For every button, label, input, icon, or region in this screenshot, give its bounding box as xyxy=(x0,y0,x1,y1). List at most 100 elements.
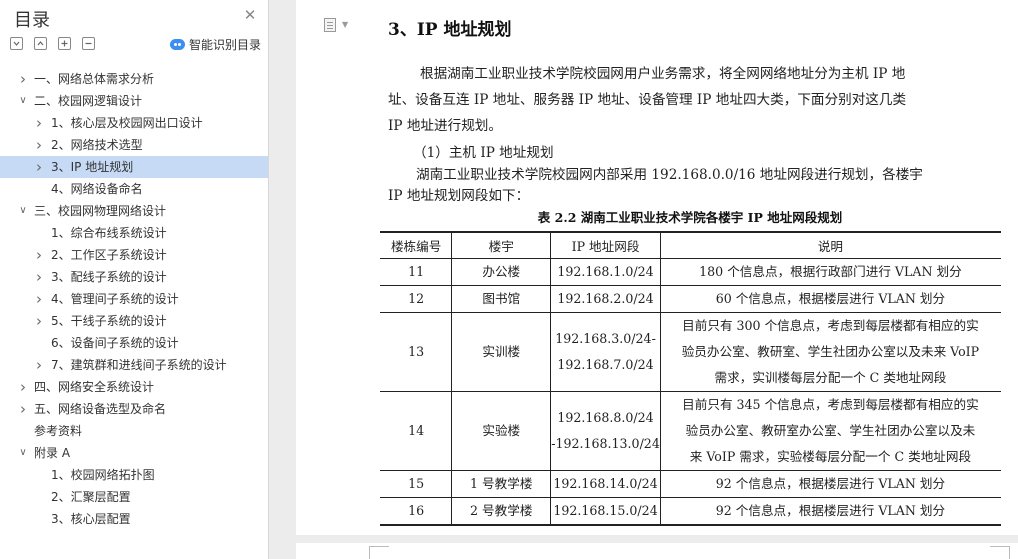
remove-heading-icon[interactable] xyxy=(82,37,95,50)
toc-item-label: 三、校园网物理网络设计 xyxy=(34,204,167,218)
table-row: 16 2 号教学楼 192.168.15.0/24 92 个信息点，根据楼层进行 VL… xyxy=(379,496,1002,525)
toc-item[interactable]: 1、校园网络拓扑图 xyxy=(0,464,268,486)
toc-item[interactable]: › 3、IP 地址规划 xyxy=(0,156,268,178)
column-header: 楼栋编号 xyxy=(379,231,453,259)
chevron-right-icon[interactable]: › xyxy=(34,134,44,156)
chevron-right-icon[interactable]: › xyxy=(34,156,44,178)
description-line: 92 个信息点，根据楼层进行 VLAN 划分 xyxy=(715,502,946,518)
toc-item[interactable]: 6、设备间子系统的设计 xyxy=(0,332,268,354)
toc-item-label: 2、汇聚层配置 xyxy=(51,490,131,504)
building-name-cell: 实验楼 xyxy=(451,390,552,471)
ip-range-line: 192.168.1.0/24 xyxy=(557,263,654,279)
ip-range-line: 192.168.3.0/24- xyxy=(555,330,656,346)
toc-item[interactable]: 1、综合布线系统设计 xyxy=(0,222,268,244)
toc-list: › 一、网络总体需求分析 ∨ 二、校园网逻辑设计 › 1、核心层及校园网出口设计 › 2、网络… xyxy=(0,68,268,530)
chevron-right-icon[interactable]: › xyxy=(34,112,44,134)
chevron-right-icon[interactable]: › xyxy=(18,398,28,420)
paragraph-line: 址、设备互连 IP 地址、服务器 IP 地址、设备管理 IP 地址四大类，下面分… xyxy=(388,92,907,108)
ip-range-line: 192.168.7.0/24 xyxy=(557,356,654,372)
toc-item-label: 3、核心层配置 xyxy=(51,512,131,526)
toc-sidebar: 目录 ✕ 智能识别目录 › 一、网络总体需求分析 ∨ 二、校园网逻辑设计 › 1、核心层及… xyxy=(0,0,268,559)
chevron-right-icon[interactable]: › xyxy=(34,288,44,310)
table-caption: 表 2.2 湖南工业职业技术学院各楼宇 IP 地址网段规划 xyxy=(537,210,843,225)
building-name-cell: 办公楼 xyxy=(451,257,552,286)
toc-item[interactable]: › 4、管理间子系统的设计 xyxy=(0,288,268,310)
toc-item-label: 1、综合布线系统设计 xyxy=(51,226,167,240)
chevron-down-icon[interactable]: ∨ xyxy=(18,90,28,112)
column-header: 楼宇 xyxy=(451,231,552,259)
description-cell: 92 个信息点，根据楼层进行 VLAN 划分 xyxy=(659,469,1002,498)
toc-item[interactable]: › 5、干线子系统的设计 xyxy=(0,310,268,332)
collapse-all-icon[interactable] xyxy=(34,37,47,50)
toc-item[interactable]: › 1、核心层及校园网出口设计 xyxy=(0,112,268,134)
chevron-right-icon[interactable]: › xyxy=(34,310,44,332)
description-line: 92 个信息点，根据楼层进行 VLAN 划分 xyxy=(715,475,946,491)
toc-item-label: 6、设备间子系统的设计 xyxy=(51,336,179,350)
toc-item[interactable]: ∨ 二、校园网逻辑设计 xyxy=(0,90,268,112)
table-row: 15 1 号教学楼 192.168.14.0/24 92 个信息点，根据楼层进行 VL… xyxy=(379,469,1002,498)
toc-item[interactable]: › 四、网络安全系统设计 xyxy=(0,376,268,398)
column-header: 说明 xyxy=(659,231,1002,259)
toc-item[interactable]: 3、核心层配置 xyxy=(0,508,268,530)
chevron-right-icon[interactable]: › xyxy=(34,354,44,376)
toc-item[interactable]: › 一、网络总体需求分析 xyxy=(0,68,268,90)
toc-item-label: 五、网络设备选型及命名 xyxy=(34,402,167,416)
expand-all-icon[interactable] xyxy=(10,37,23,50)
description-cell: 目前只有 300 个信息点，考虑到每层楼都有相应的实 验员办公室、教研室、学生社团… xyxy=(659,311,1002,392)
description-cell: 92 个信息点，根据楼层进行 VLAN 划分 xyxy=(659,496,1002,525)
smart-toc-button[interactable]: 智能识别目录 xyxy=(170,36,261,53)
ip-range-line: 192.168.8.0/24 xyxy=(557,409,654,425)
toc-item-label: 5、干线子系统的设计 xyxy=(51,314,167,328)
building-number-cell: 16 xyxy=(379,496,453,525)
toc-item[interactable]: › 2、工作区子系统设计 xyxy=(0,244,268,266)
chevron-right-icon[interactable]: › xyxy=(34,266,44,288)
building-number-cell: 14 xyxy=(379,390,453,471)
ip-range-cell: 192.168.15.0/24 xyxy=(550,496,661,525)
ip-range-cell: 192.168.2.0/24 xyxy=(550,284,661,313)
toc-item[interactable]: 2、汇聚层配置 xyxy=(0,486,268,508)
toc-item[interactable]: ∨ 附录 A xyxy=(0,442,268,464)
ip-range-cell: 192.168.8.0/24 -192.168.13.0/24 xyxy=(550,390,661,471)
column-header: IP 地址网段 xyxy=(550,231,661,259)
toc-item[interactable]: › 3、配线子系统的设计 xyxy=(0,266,268,288)
subheading: （1）主机 IP 地址规划 xyxy=(413,145,554,161)
description-line: 验员办公室、教研室办公室、学生社团办公室以及未 xyxy=(685,422,976,438)
building-name-cell: 实训楼 xyxy=(451,311,552,392)
ip-range-cell: 192.168.1.0/24 xyxy=(550,257,661,286)
toc-item-label: 7、建筑群和进线间子系统的设计 xyxy=(51,358,227,372)
description-line: 目前只有 300 个信息点，考虑到每层楼都有相应的实 xyxy=(682,317,979,333)
building-name-cell: 1 号教学楼 xyxy=(451,469,552,498)
toc-item-label: 1、核心层及校园网出口设计 xyxy=(51,116,203,130)
toc-item[interactable]: › 2、网络技术选型 xyxy=(0,134,268,156)
toc-item-label: 2、工作区子系统设计 xyxy=(51,248,167,262)
building-number-cell: 13 xyxy=(379,311,453,392)
ip-range-line: -192.168.13.0/24 xyxy=(551,435,660,451)
toc-item[interactable]: › 7、建筑群和进线间子系统的设计 xyxy=(0,354,268,376)
description-line: 需求，实训楼每层分配一个 C 类地址网段 xyxy=(714,369,947,385)
paragraph-line: 湖南工业职业技术学院校园网内部采用 192.168.0.0/16 地址网段进行规… xyxy=(416,167,923,183)
toc-item-label: 二、校园网逻辑设计 xyxy=(34,94,143,108)
chevron-down-icon[interactable]: ∨ xyxy=(18,200,28,222)
toc-item[interactable]: 4、网络设备命名 xyxy=(0,178,268,200)
building-number-cell: 12 xyxy=(379,284,453,313)
toc-item[interactable]: 参考资料 xyxy=(0,420,268,442)
chevron-down-icon[interactable]: ∨ xyxy=(18,442,28,464)
chevron-down-icon[interactable]: ▼ xyxy=(342,20,348,29)
chevron-right-icon[interactable]: › xyxy=(18,68,28,90)
toc-item[interactable]: › 五、网络设备选型及命名 xyxy=(0,398,268,420)
toc-item[interactable]: ∨ 三、校园网物理网络设计 xyxy=(0,200,268,222)
toc-item-label: 四、网络安全系统设计 xyxy=(34,380,155,394)
ip-range-line: 192.168.14.0/24 xyxy=(553,475,658,491)
ip-range-line: 192.168.2.0/24 xyxy=(557,290,654,306)
page-corner-mark xyxy=(990,546,1010,559)
table-row: 14 实验楼 192.168.8.0/24 -192.168.13.0/24 目前只有 … xyxy=(379,390,1002,471)
toc-item-label: 4、网络设备命名 xyxy=(51,182,143,196)
add-heading-icon[interactable] xyxy=(58,37,71,50)
close-icon[interactable]: ✕ xyxy=(243,8,257,23)
chevron-right-icon[interactable]: › xyxy=(34,244,44,266)
document-outline-icon[interactable] xyxy=(324,18,336,32)
building-number-cell: 11 xyxy=(379,257,453,286)
table-row: 12 图书馆 192.168.2.0/24 60 个信息点，根据楼层进行 VLAN 划… xyxy=(379,284,1002,313)
chevron-right-icon[interactable]: › xyxy=(18,376,28,398)
toc-item-label: 参考资料 xyxy=(34,424,83,438)
